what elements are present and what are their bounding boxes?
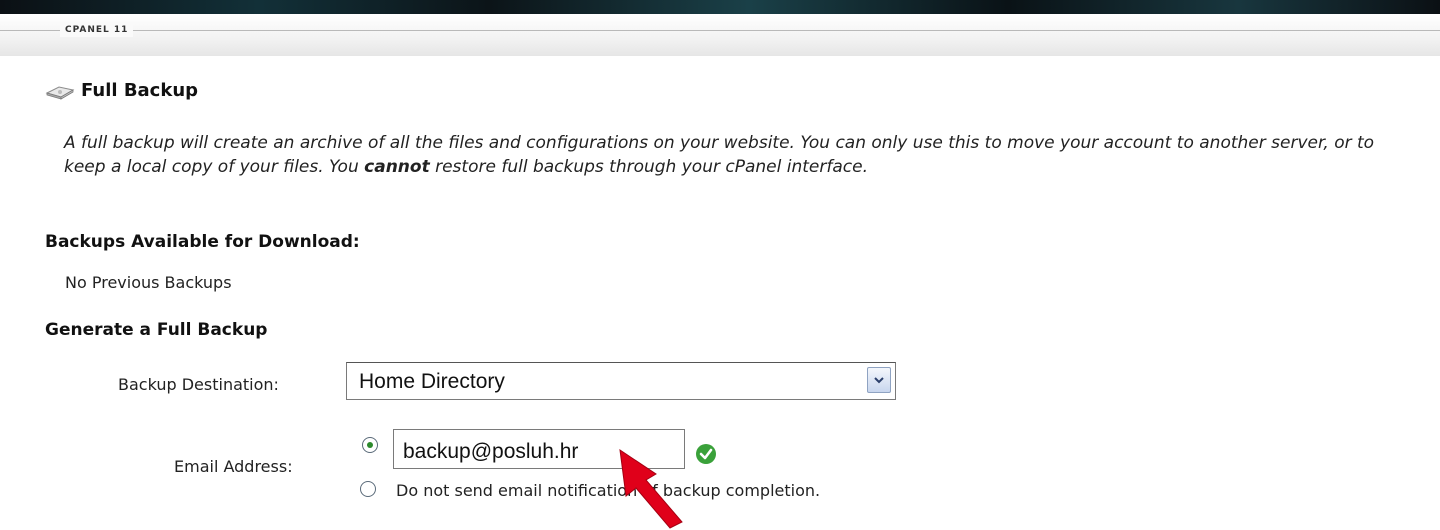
description-text-2: restore full backups through your cPanel… — [429, 157, 868, 177]
chevron-down-icon — [874, 377, 884, 384]
backup-destination-value: Home Directory — [359, 370, 505, 393]
page-title: Full Backup — [81, 80, 199, 101]
no-email-label[interactable]: Do not send email notification of backup… — [396, 481, 820, 500]
hard-drive-icon — [45, 85, 75, 100]
email-address-label: Email Address: — [174, 457, 293, 476]
annotation-arrow — [619, 448, 683, 529]
backup-destination-select[interactable]: Home Directory — [346, 362, 896, 400]
top-banner — [0, 0, 1440, 14]
description-emphasis: cannot — [364, 157, 430, 177]
dropdown-button[interactable] — [867, 367, 891, 393]
page-header: Full Backup — [45, 80, 198, 101]
email-radio[interactable] — [362, 437, 378, 453]
no-backups-text: No Previous Backups — [65, 273, 232, 292]
no-email-radio[interactable] — [360, 481, 376, 497]
page-description: A full backup will create an archive of … — [64, 131, 1394, 179]
check-circle-icon — [696, 444, 716, 464]
backup-destination-label: Backup Destination: — [118, 375, 279, 394]
header-divider — [0, 30, 1440, 31]
generate-backup-heading: Generate a Full Backup — [45, 320, 268, 340]
available-backups-heading: Backups Available for Download: — [45, 232, 360, 252]
branding-label: CPANEL 11 — [60, 23, 134, 37]
header-band — [0, 14, 1440, 56]
